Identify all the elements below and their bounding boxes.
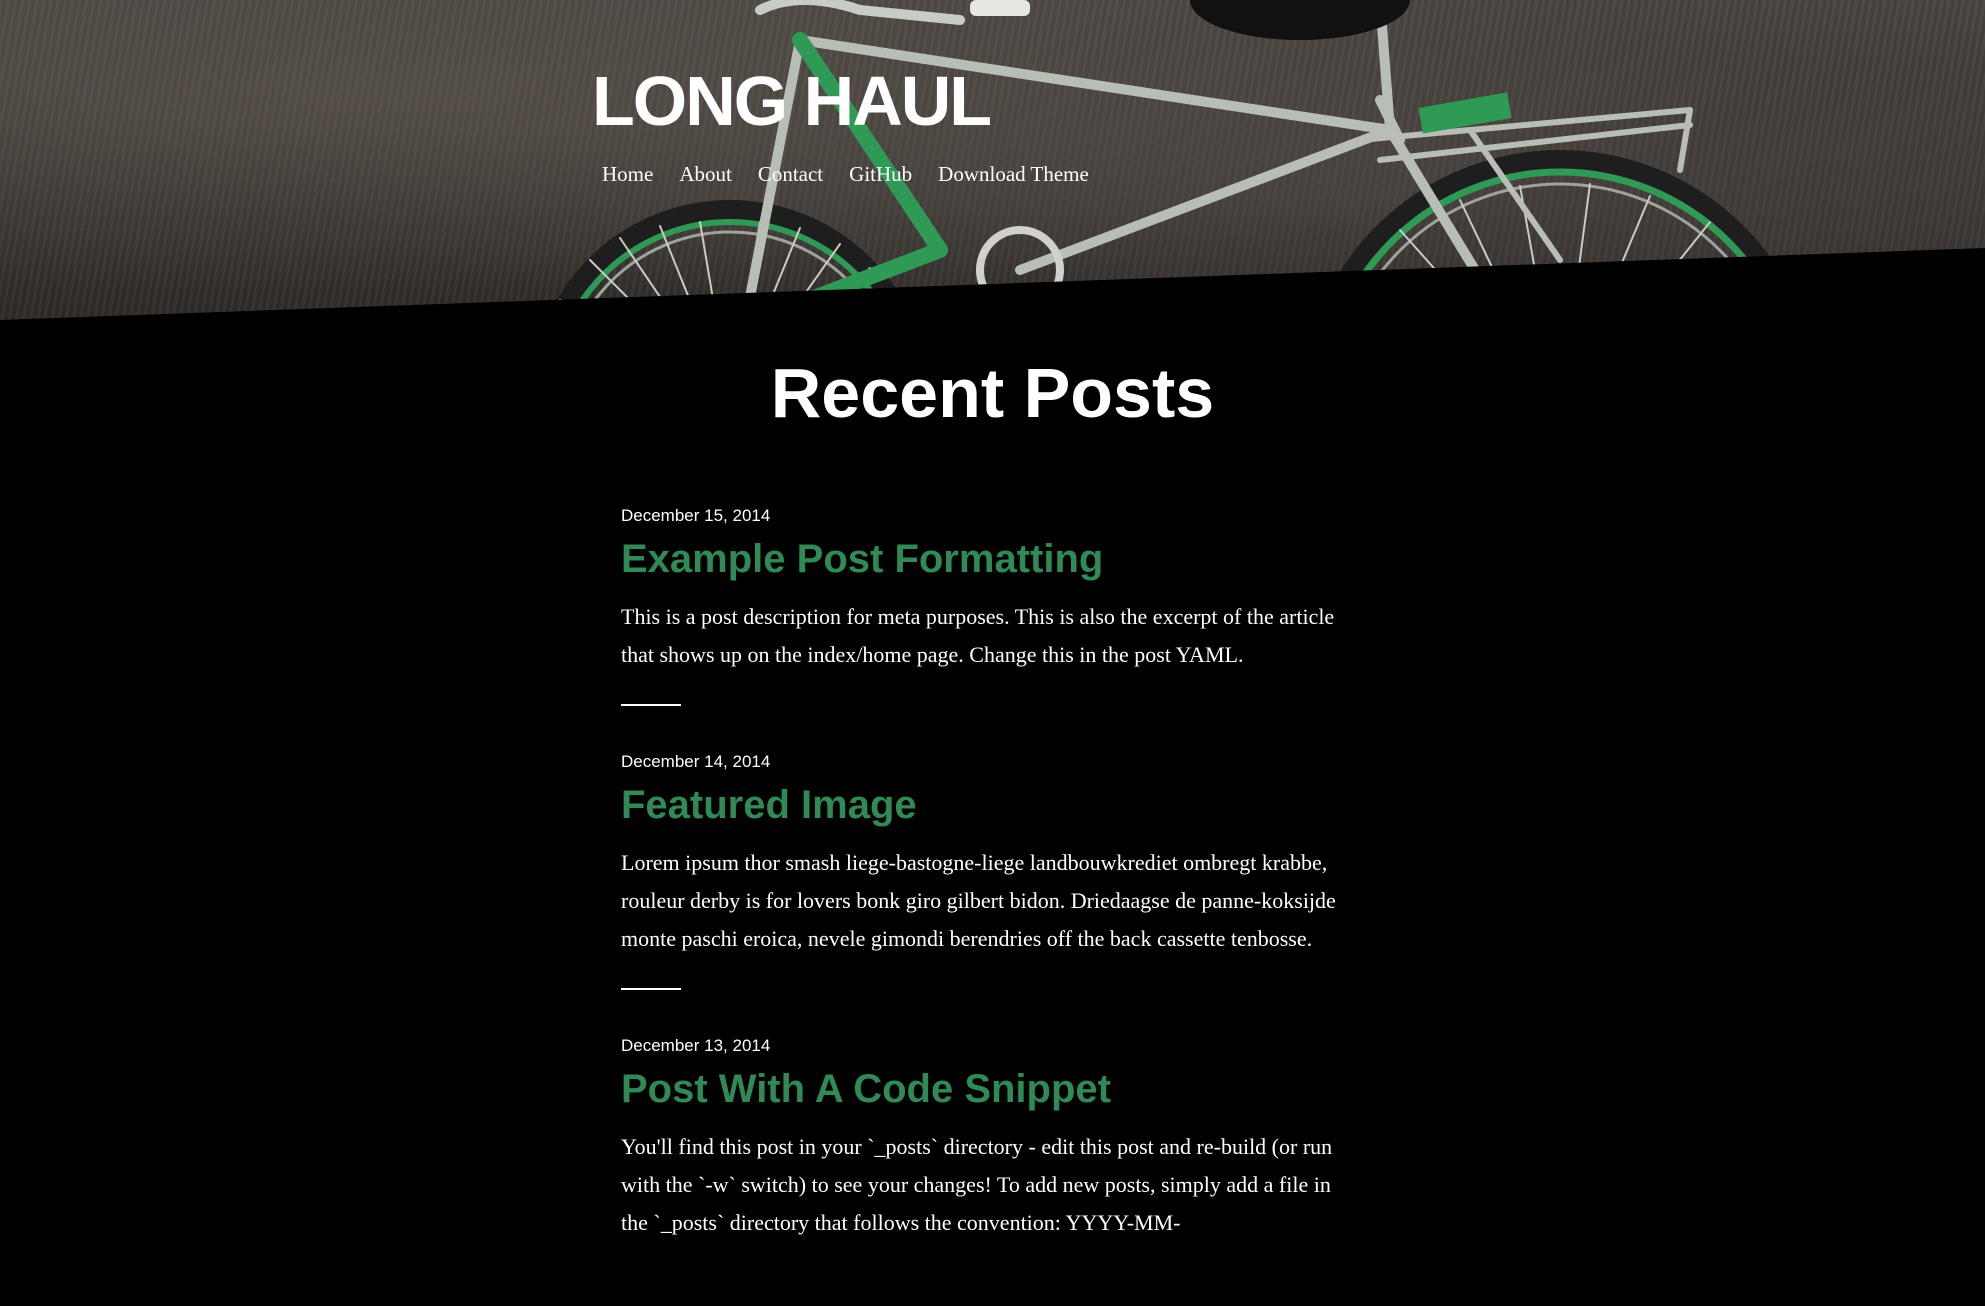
nav-item-github[interactable]: GitHub [849,162,912,187]
nav-item-download-theme[interactable]: Download Theme [938,162,1089,187]
nav-item-home[interactable]: Home [602,162,653,187]
post-excerpt: This is a post description for meta purp… [621,604,1335,667]
post-item: December 14, 2014 Featured Image Lorem i… [621,750,1361,990]
post-list: December 15, 2014 Example Post Formattin… [621,504,1361,1242]
post-title-link[interactable]: Featured Image [621,780,1361,830]
post-excerpt: You'll find this post in your `_posts` d… [621,1134,1333,1235]
post-item: December 15, 2014 Example Post Formattin… [621,504,1361,706]
page-title: Recent Posts [770,354,1215,432]
post-title-link[interactable]: Post With A Code Snippet [621,1064,1361,1114]
post-divider [621,704,681,706]
post-date: December 13, 2014 [621,1036,771,1055]
post-date: December 15, 2014 [621,506,771,525]
post-date: December 14, 2014 [621,752,771,771]
site-header: LONG HAUL Home About Contact GitHub Down… [0,0,1985,330]
nav-item-contact[interactable]: Contact [758,162,823,187]
main-nav: Home About Contact GitHub Download Theme [602,162,1089,187]
nav-item-about[interactable]: About [679,162,732,187]
site-title[interactable]: LONG HAUL [592,66,992,136]
post-excerpt: Lorem ipsum thor smash liege-bastogne-li… [621,850,1336,951]
post-divider [621,988,681,990]
post-title-link[interactable]: Example Post Formatting [621,534,1361,584]
post-item: December 13, 2014 Post With A Code Snipp… [621,1034,1361,1242]
